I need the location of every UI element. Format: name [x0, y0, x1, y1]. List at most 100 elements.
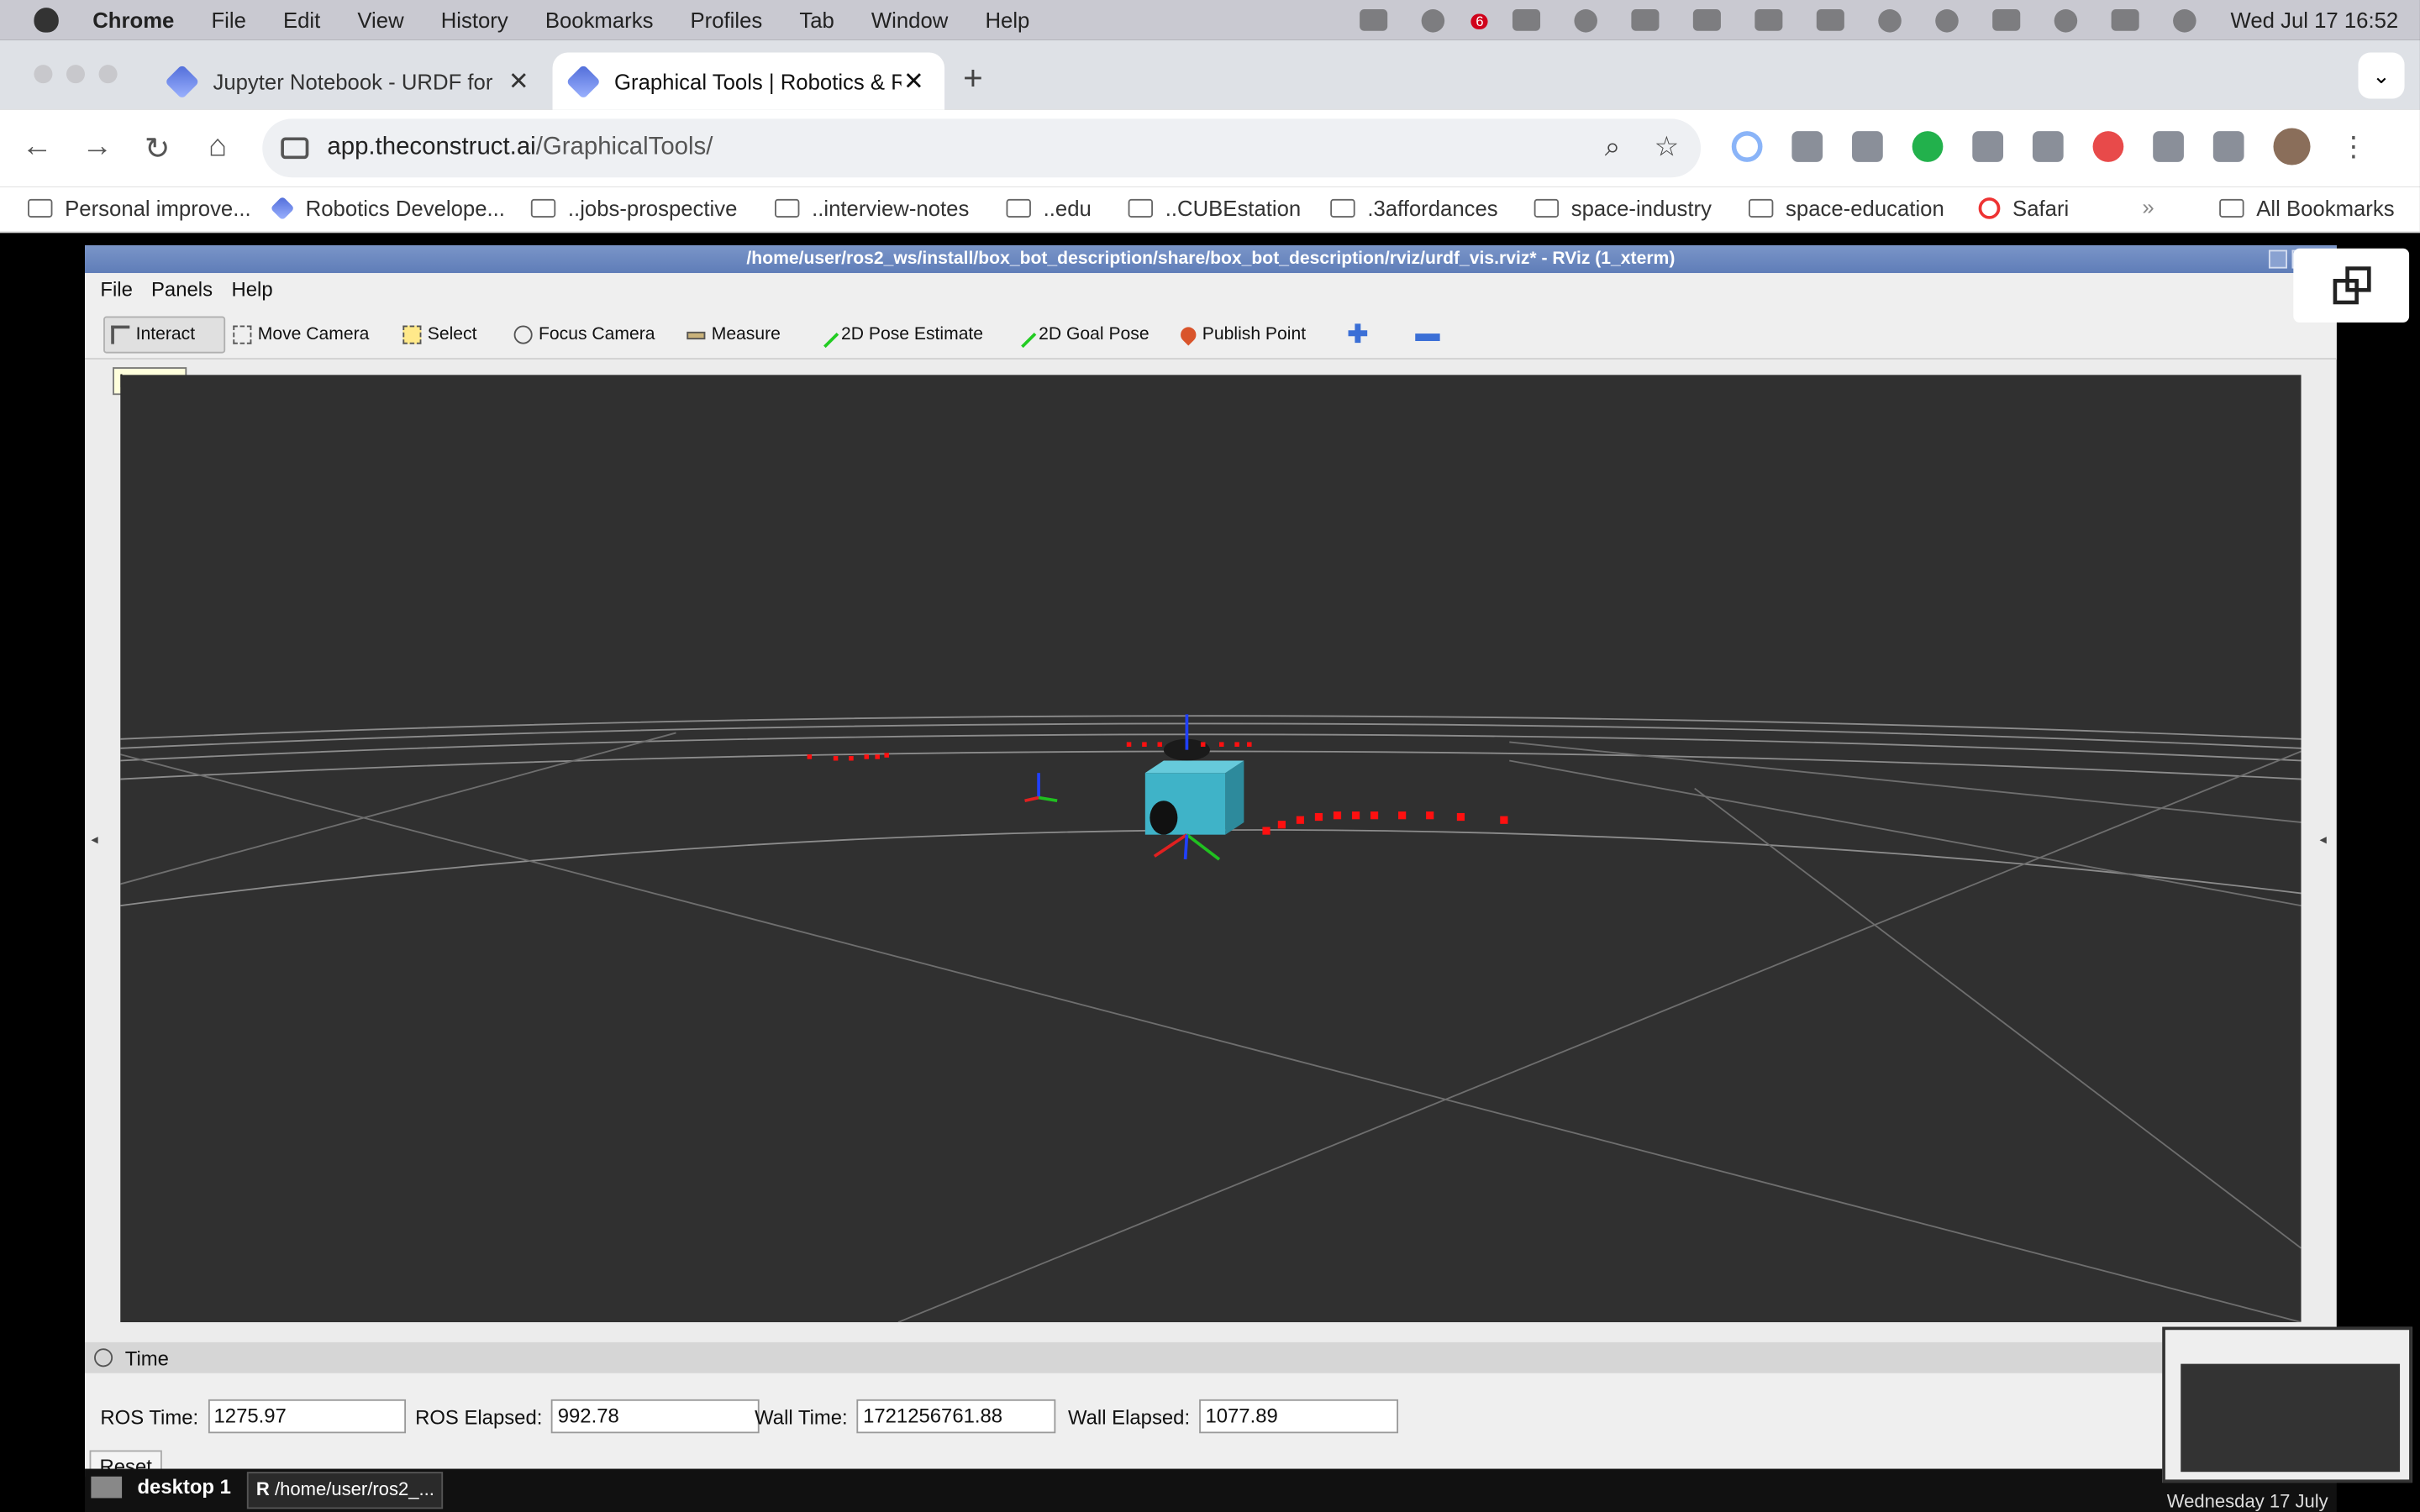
folder-icon [1128, 198, 1154, 218]
reload-icon[interactable]: ↻ [139, 129, 176, 168]
bookmark-item[interactable]: .3affordances [1330, 196, 1498, 221]
bookmark-item[interactable]: Robotics Develope... [270, 196, 505, 221]
bookmark-item[interactable]: ..interview-notes [775, 196, 969, 221]
extension-dropbox-icon[interactable] [1791, 131, 1823, 162]
tool-2d-goal-pose[interactable]: 2D Goal Pose [1007, 317, 1155, 354]
menu-history[interactable]: History [441, 8, 508, 32]
apple-icon[interactable] [34, 8, 59, 33]
extension-layers-icon[interactable] [1852, 131, 1883, 162]
tab-title: Graphical Tools | Robotics & R [614, 68, 902, 94]
tool-move-camera[interactable]: Move Camera [227, 317, 376, 354]
menu-file[interactable]: File [211, 8, 245, 32]
bookmark-item[interactable]: space-education [1748, 196, 1944, 221]
spotlight-icon[interactable] [2054, 8, 2078, 32]
forward-arrow-icon[interactable]: → [79, 129, 116, 165]
tool-publish-point[interactable]: Publish Point [1175, 317, 1313, 354]
home-icon[interactable]: ⌂ [199, 129, 236, 165]
extension-heart-icon[interactable] [1972, 131, 2004, 162]
extension-s-icon[interactable] [2032, 131, 2064, 162]
tool-select[interactable]: Select [397, 317, 483, 354]
task-label: /home/user/ros2_... [274, 1478, 434, 1500]
bookmark-item[interactable]: Personal improve... [28, 196, 251, 221]
menu-tab[interactable]: Tab [799, 8, 834, 32]
tool-focus-camera[interactable]: Focus Camera [508, 317, 661, 354]
bookmark-item[interactable]: Safari [1978, 196, 2069, 221]
screenshot-thumbnail[interactable] [2162, 1326, 2412, 1483]
volume-icon[interactable] [1631, 9, 1660, 31]
bookmark-star-icon[interactable]: ☆ [1655, 131, 1680, 164]
ros-elapsed-field[interactable]: 992.78 [551, 1399, 760, 1434]
xterm-minimize-button[interactable] [2268, 249, 2287, 269]
bluetooth-icon[interactable] [1693, 9, 1722, 31]
minimize-window-button[interactable] [66, 65, 86, 84]
tool-interact[interactable]: Interact [103, 316, 226, 354]
desktop-switcher[interactable]: desktop 1 [85, 1475, 231, 1498]
bookmark-item[interactable]: ..edu [1006, 196, 1092, 221]
drive-icon[interactable] [1512, 9, 1541, 31]
tab-close-icon[interactable]: ✕ [506, 66, 530, 97]
wall-time-field[interactable]: 1721256761.88 [856, 1399, 1056, 1434]
menu-app-name[interactable]: Chrome [92, 8, 174, 32]
siri-icon[interactable] [2173, 8, 2197, 32]
bookmarks-overflow-icon[interactable]: » [2142, 194, 2154, 218]
battery-icon[interactable] [1754, 9, 1783, 31]
left-dock-handle-icon[interactable]: ◂ [91, 832, 103, 848]
tab-jupyter[interactable]: Jupyter Notebook - URDF for ✕ [151, 52, 550, 109]
map-pin-icon [1177, 323, 1200, 346]
control-center-icon[interactable] [2112, 9, 2140, 31]
keyboard-icon[interactable] [1992, 9, 2021, 31]
kebab-menu-icon[interactable]: ⋮ [2339, 130, 2367, 163]
extension-check-icon[interactable] [1912, 131, 1944, 162]
flag-icon[interactable] [1817, 9, 1845, 31]
extension-timer-icon[interactable] [1731, 131, 1763, 162]
wall-elapsed-field[interactable]: 1077.89 [1199, 1399, 1399, 1434]
menu-profiles[interactable]: Profiles [691, 8, 763, 32]
menu-bookmarks[interactable]: Bookmarks [545, 8, 654, 32]
tab-close-icon[interactable]: ✕ [902, 66, 926, 97]
profile-avatar[interactable] [2273, 128, 2311, 165]
rviz-menu-help[interactable]: Help [232, 278, 273, 302]
address-bar[interactable]: app.theconstruct.ai/GraphicalTools/ ⌕ ☆ [262, 118, 1702, 178]
rviz-menu-panels[interactable]: Panels [151, 278, 213, 302]
app-tray-icon[interactable] [1360, 9, 1388, 31]
3d-scene[interactable] [120, 375, 2302, 1323]
right-dock-handle-icon[interactable]: ◂ [2320, 832, 2333, 848]
remove-tool-minus-icon[interactable]: ▬ [1409, 317, 1446, 354]
bookmarks-bar: Personal improve... Robotics Develope...… [0, 186, 2420, 234]
menu-view[interactable]: View [357, 8, 403, 32]
tool-2d-pose-estimate[interactable]: 2D Pose Estimate [810, 317, 989, 354]
rviz-title-bar[interactable]: /home/user/ros2_ws/install/box_bot_descr… [85, 245, 2337, 274]
cast-icon[interactable] [2212, 131, 2244, 162]
ros-time-field[interactable]: 1275.97 [208, 1399, 406, 1434]
wall-time-group: Wall Time: 1721256761.88 [755, 1399, 1056, 1434]
zoom-window-button[interactable] [98, 65, 118, 84]
all-bookmarks[interactable]: All Bookmarks [2219, 196, 2395, 221]
new-tab-plus-icon[interactable]: + [963, 59, 983, 99]
green-arrow-icon [1010, 321, 1037, 349]
tab-graphical-tools[interactable]: Graphical Tools | Robotics & R ✕ [552, 52, 945, 110]
menu-clock[interactable]: Wed Jul 17 16:52 [2231, 8, 2399, 32]
rviz-3d-viewport[interactable] [120, 375, 2302, 1323]
wifi-icon[interactable] [1878, 8, 1902, 32]
tool-measure[interactable]: Measure [681, 317, 786, 354]
zoom-magnifier-icon[interactable]: ⌕ [1605, 131, 1621, 164]
bookmark-item[interactable]: ..CUBEstation [1128, 196, 1301, 221]
tab-search-chevron-icon[interactable]: ⌄ [2358, 52, 2405, 99]
time-machine-icon[interactable] [1935, 8, 1960, 32]
rviz-menu-file[interactable]: File [100, 278, 132, 302]
globe-icon[interactable] [1422, 8, 1445, 32]
menu-window[interactable]: Window [871, 8, 948, 32]
expand-window-button[interactable] [2293, 248, 2410, 323]
moon-icon[interactable] [1574, 8, 1598, 32]
bookmark-item[interactable]: space-industry [1534, 196, 1712, 221]
back-arrow-icon[interactable]: ← [18, 129, 55, 165]
extension-tomato-icon[interactable] [2092, 131, 2124, 162]
rviz-task-button[interactable]: R /home/user/ros2_... [246, 1472, 444, 1509]
site-settings-icon[interactable] [281, 137, 309, 160]
menu-help[interactable]: Help [985, 8, 1029, 32]
add-tool-plus-icon[interactable]: ✚ [1341, 317, 1374, 354]
close-window-button[interactable] [34, 65, 53, 84]
extensions-puzzle-icon[interactable] [2153, 131, 2184, 162]
bookmark-item[interactable]: ..jobs-prospective [530, 196, 737, 221]
menu-edit[interactable]: Edit [283, 8, 320, 32]
